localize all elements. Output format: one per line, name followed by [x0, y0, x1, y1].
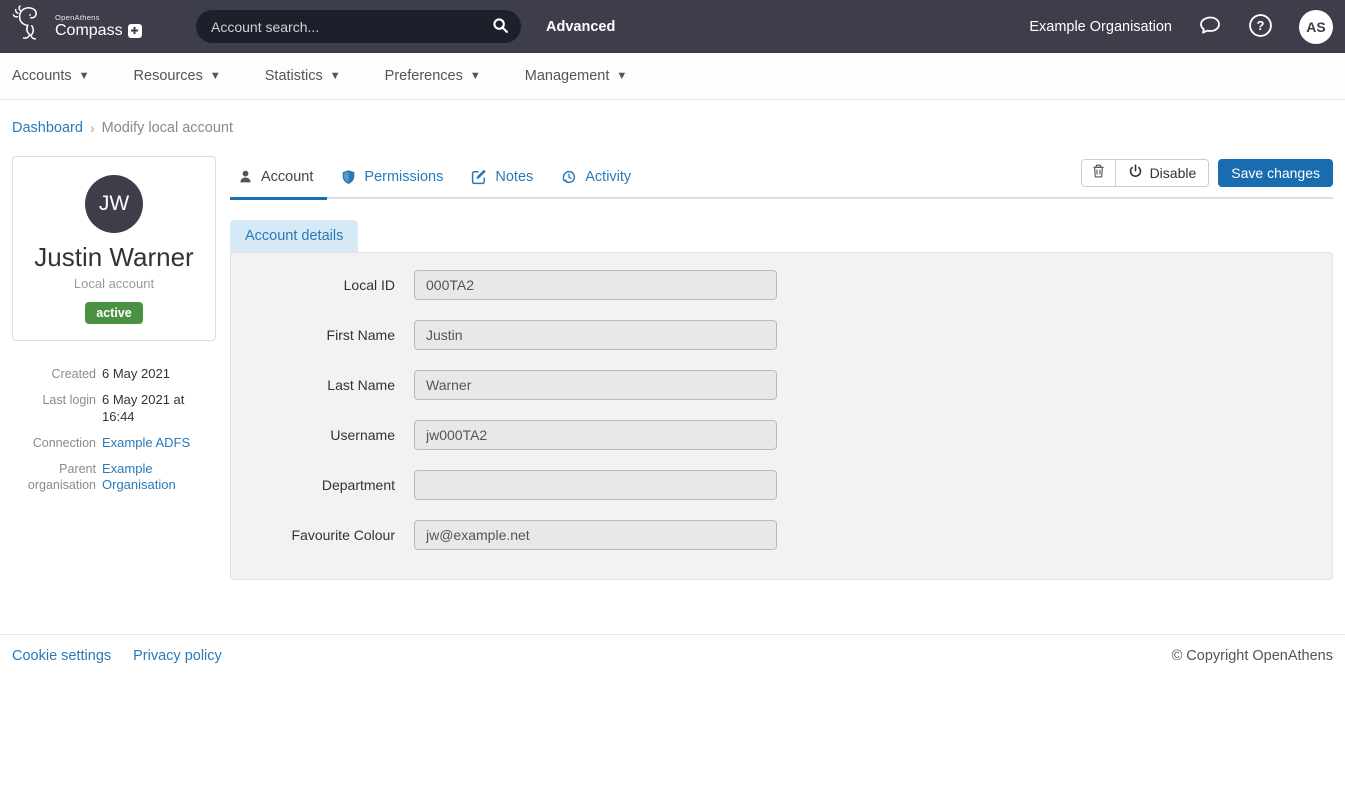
trash-icon	[1091, 163, 1106, 182]
form-row-favourite-colour: Favourite Colour	[231, 520, 1332, 550]
caret-down-icon: ▼	[470, 71, 481, 82]
brand-compass-label: Compass	[55, 22, 123, 40]
privacy-policy-link[interactable]: Privacy policy	[133, 648, 222, 664]
feedback-button[interactable]	[1198, 13, 1222, 40]
page-footer: Cookie settings Privacy policy © Copyrig…	[0, 634, 1345, 677]
nav-item-resources[interactable]: Resources▼	[134, 68, 221, 84]
user-avatar[interactable]: AS	[1299, 10, 1333, 44]
notes-icon	[471, 169, 487, 185]
chat-bubble-icon	[1198, 13, 1222, 40]
tab-permissions[interactable]: Permissions	[327, 155, 457, 198]
organisation-name[interactable]: Example Organisation	[1029, 19, 1172, 35]
caret-down-icon: ▼	[616, 71, 627, 82]
username-field[interactable]	[414, 420, 777, 450]
tab-notes[interactable]: Notes	[457, 155, 547, 198]
nav-item-statistics[interactable]: Statistics▼	[265, 68, 341, 84]
brand-logo[interactable]: OpenAthens Compass	[12, 4, 196, 49]
form-row-department: Department	[231, 470, 1332, 500]
username-label: Username	[231, 427, 414, 443]
breadcrumb-current: Modify local account	[102, 120, 233, 136]
caret-down-icon: ▼	[79, 71, 90, 82]
help-circle-icon: ?	[1248, 13, 1273, 41]
account-details-panel: Local ID First Name Last Name Username D…	[230, 252, 1333, 580]
meta-row-parent-organisation: Parent organisation Example Organisation	[12, 461, 216, 495]
last-name-field[interactable]	[414, 370, 777, 400]
department-field[interactable]	[414, 470, 777, 500]
svg-text:?: ?	[1257, 18, 1265, 33]
caret-down-icon: ▼	[330, 71, 341, 82]
profile-card: JW Justin Warner Local account active	[12, 156, 216, 341]
main-navigation: Accounts▼ Resources▼ Statistics▼ Prefere…	[0, 53, 1345, 100]
profile-meta: Created 6 May 2021 Last login 6 May 2021…	[12, 366, 216, 494]
nav-item-accounts[interactable]: Accounts▼	[12, 68, 90, 84]
local-id-label: Local ID	[231, 277, 414, 293]
form-row-first-name: First Name	[231, 320, 1332, 350]
save-changes-button[interactable]: Save changes	[1218, 159, 1333, 187]
parent-organisation-link[interactable]: Example Organisation	[102, 461, 176, 493]
advanced-search-link[interactable]: Advanced	[546, 19, 615, 35]
first-name-label: First Name	[231, 327, 414, 343]
meta-row-created: Created 6 May 2021	[12, 366, 216, 383]
subtab-account-details[interactable]: Account details	[230, 220, 358, 252]
delete-disable-group: Disable	[1081, 159, 1210, 187]
favourite-colour-label: Favourite Colour	[231, 527, 414, 543]
help-button[interactable]: ?	[1248, 13, 1273, 41]
brand-openathens-label: OpenAthens	[55, 14, 142, 22]
breadcrumb-dashboard-link[interactable]: Dashboard	[12, 120, 83, 136]
user-icon	[238, 169, 253, 184]
cookie-settings-link[interactable]: Cookie settings	[12, 648, 111, 664]
profile-avatar: JW	[85, 175, 143, 233]
disable-button[interactable]: Disable	[1116, 160, 1209, 186]
department-label: Department	[231, 477, 414, 493]
account-actions: Disable Save changes	[1081, 159, 1333, 195]
profile-account-type: Local account	[21, 276, 207, 291]
last-name-label: Last Name	[231, 377, 414, 393]
topbar: OpenAthens Compass Advanced Example Orga…	[0, 0, 1345, 53]
copyright-text: © Copyright OpenAthens	[1172, 648, 1333, 664]
meta-row-last-login: Last login 6 May 2021 at 16:44	[12, 392, 216, 426]
plus-square-icon	[128, 24, 142, 38]
first-name-field[interactable]	[414, 320, 777, 350]
breadcrumb: Dashboard › Modify local account	[0, 100, 1345, 156]
shield-icon	[341, 169, 356, 185]
caret-down-icon: ▼	[210, 71, 221, 82]
favourite-colour-field[interactable]	[414, 520, 777, 550]
search-input[interactable]	[211, 19, 485, 35]
profile-sidebar: JW Justin Warner Local account active Cr…	[12, 156, 216, 503]
nav-item-management[interactable]: Management▼	[525, 68, 628, 84]
form-row-local-id: Local ID	[231, 270, 1332, 300]
status-badge: active	[85, 302, 142, 324]
form-row-username: Username	[231, 420, 1332, 450]
content-area: JW Justin Warner Local account active Cr…	[0, 156, 1345, 580]
tab-bar: Account Permissions Notes	[230, 156, 1333, 199]
account-search	[196, 10, 521, 43]
profile-name: Justin Warner	[21, 242, 207, 273]
openathens-owl-icon	[12, 4, 48, 49]
connection-link[interactable]: Example ADFS	[102, 435, 190, 450]
local-id-field[interactable]	[414, 270, 777, 300]
search-button[interactable]	[485, 12, 515, 42]
power-icon	[1128, 164, 1143, 182]
main-panel: Account Permissions Notes	[230, 156, 1333, 580]
meta-row-connection: Connection Example ADFS	[12, 435, 216, 452]
breadcrumb-separator: ›	[90, 120, 95, 136]
tab-activity[interactable]: Activity	[547, 155, 645, 198]
search-icon	[492, 17, 509, 37]
activity-icon	[561, 169, 577, 185]
form-row-last-name: Last Name	[231, 370, 1332, 400]
tab-account[interactable]: Account	[230, 155, 327, 198]
delete-button[interactable]	[1082, 160, 1116, 186]
nav-item-preferences[interactable]: Preferences▼	[385, 68, 481, 84]
